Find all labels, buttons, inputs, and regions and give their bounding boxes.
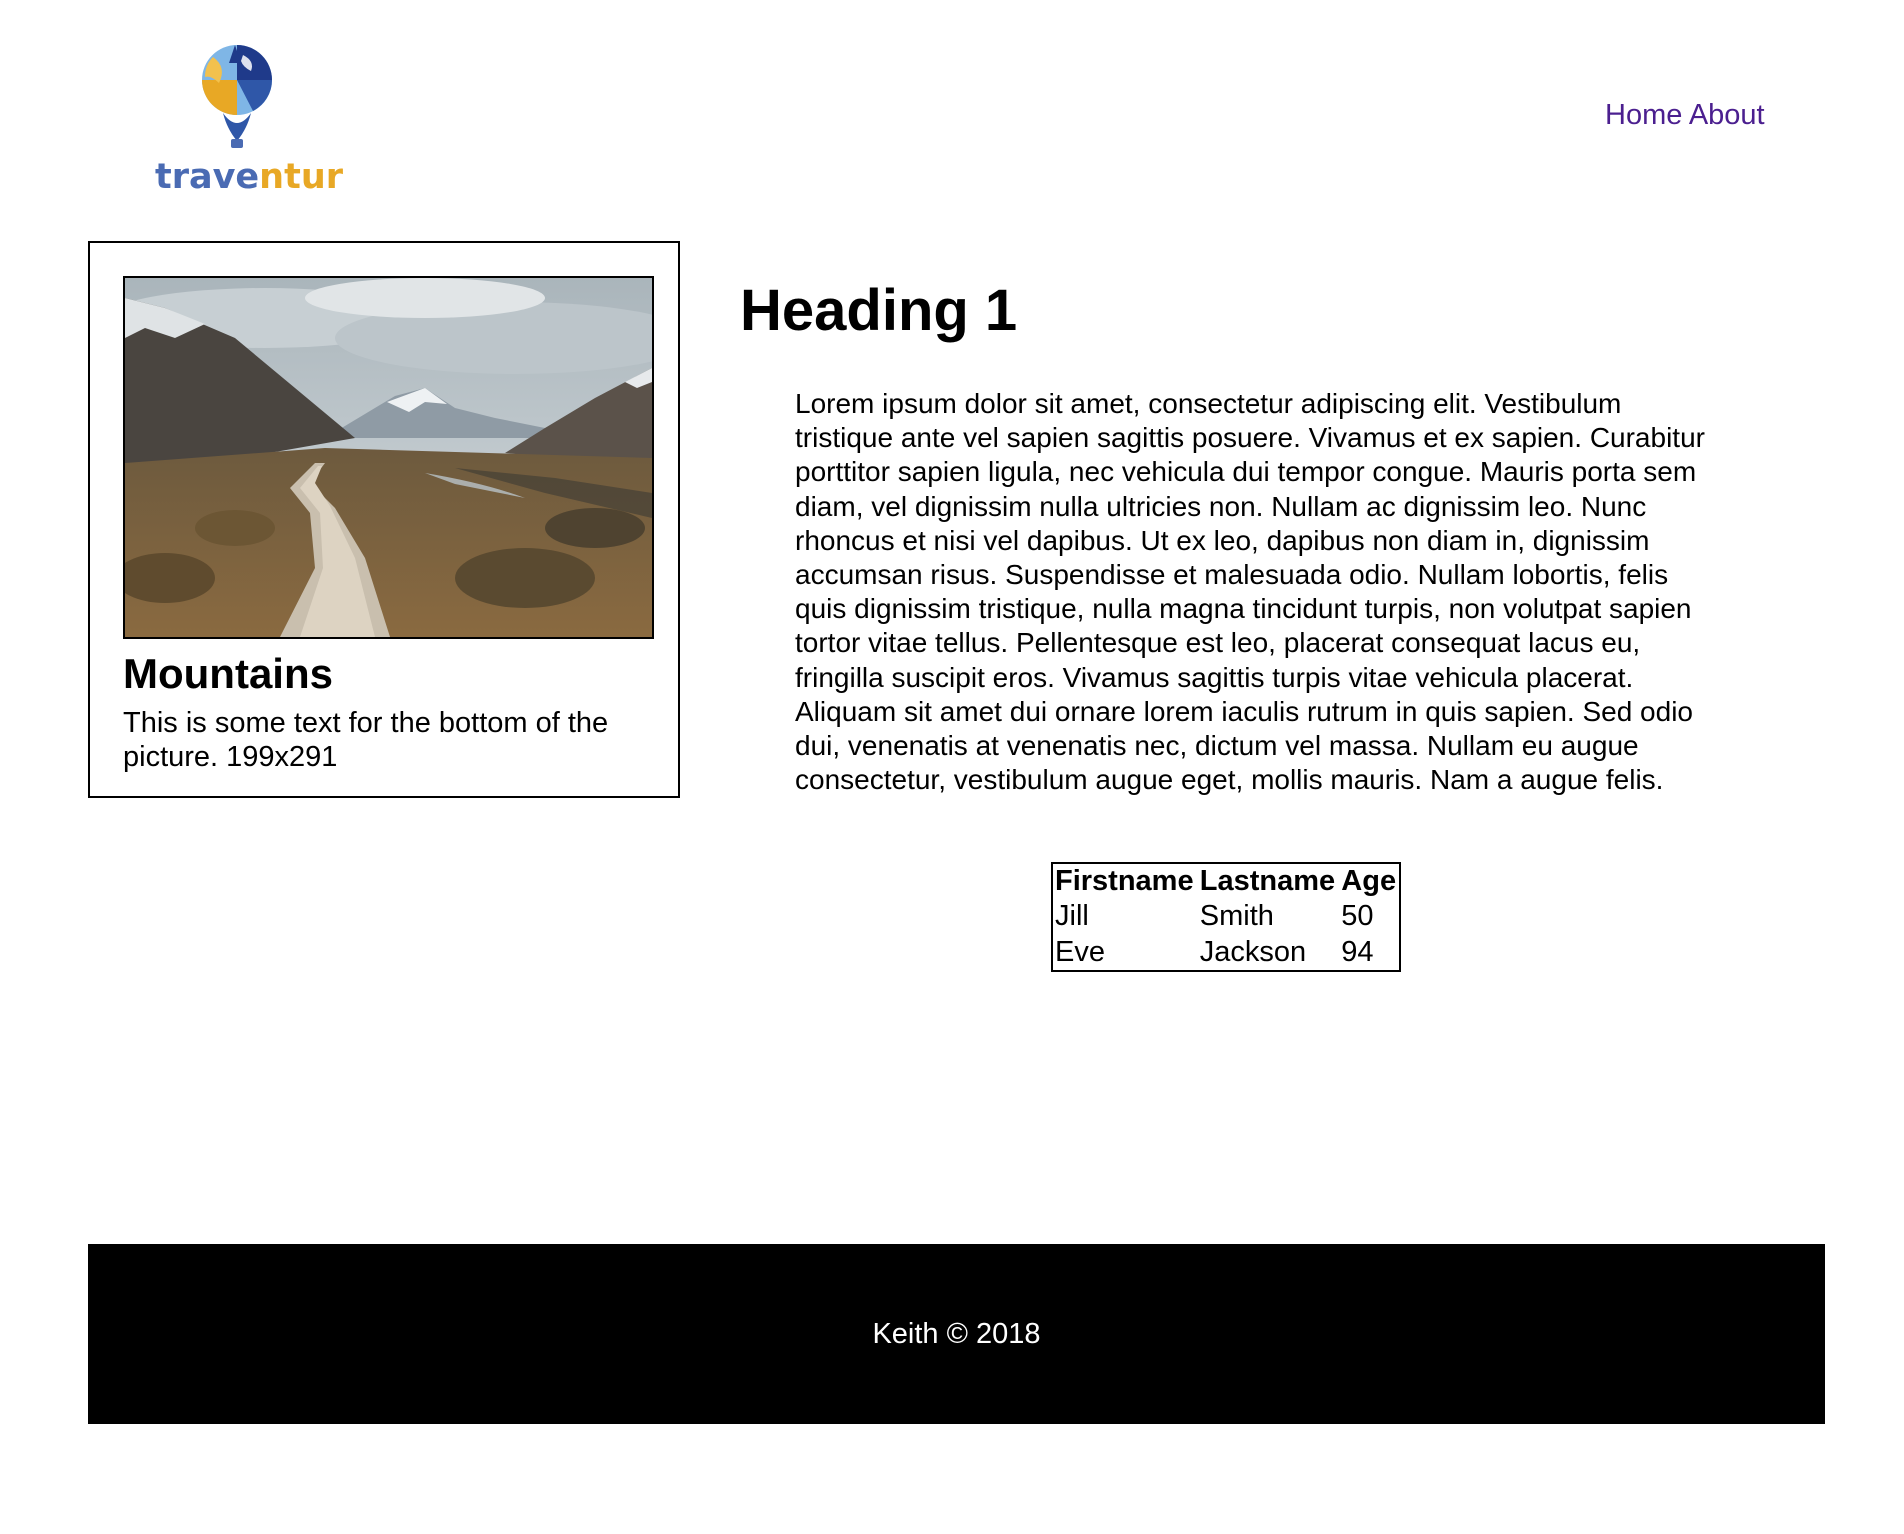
table-header-lastname: Lastname bbox=[1199, 865, 1336, 897]
body-paragraph: Lorem ipsum dolor sit amet, consectetur … bbox=[795, 388, 1705, 796]
table-cell-firstname: Eve bbox=[1055, 936, 1105, 968]
site-footer: Keith © 2018 bbox=[88, 1244, 1825, 1424]
table-cell-firstname: Jill bbox=[1055, 900, 1089, 932]
footer-copyright: Keith © 2018 bbox=[872, 1317, 1041, 1350]
nav-about-link[interactable]: About bbox=[1689, 99, 1765, 131]
logo-wordmark: traventure bbox=[155, 157, 343, 197]
page-heading: Heading 1 bbox=[740, 278, 1018, 343]
table-header-age: Age bbox=[1341, 865, 1397, 897]
table-header-row: Firstname Lastname Age bbox=[1053, 864, 1399, 898]
main-nav: Home About bbox=[1605, 96, 1810, 134]
nav-home-link[interactable]: Home bbox=[1605, 99, 1682, 131]
table-cell-age: 50 bbox=[1341, 900, 1374, 932]
table-cell-lastname: Jackson bbox=[1199, 936, 1307, 968]
table-cell-lastname: Smith bbox=[1199, 900, 1274, 932]
balloon-globe-icon: traventure bbox=[155, 45, 343, 197]
mountain-photo bbox=[123, 276, 654, 639]
table-header-firstname: Firstname bbox=[1055, 865, 1194, 897]
table-row: Eve Jackson 94 bbox=[1053, 934, 1399, 970]
card-caption: This is some text for the bottom of the … bbox=[123, 707, 609, 773]
logo[interactable]: traventure bbox=[143, 37, 343, 197]
people-table: Firstname Lastname Age Jill Smith 50 Eve… bbox=[1051, 862, 1401, 972]
card-title: Mountains bbox=[123, 650, 333, 697]
image-card: Mountains This is some text for the bott… bbox=[88, 241, 680, 798]
table-row: Jill Smith 50 bbox=[1053, 898, 1399, 934]
table-cell-age: 94 bbox=[1341, 936, 1374, 968]
